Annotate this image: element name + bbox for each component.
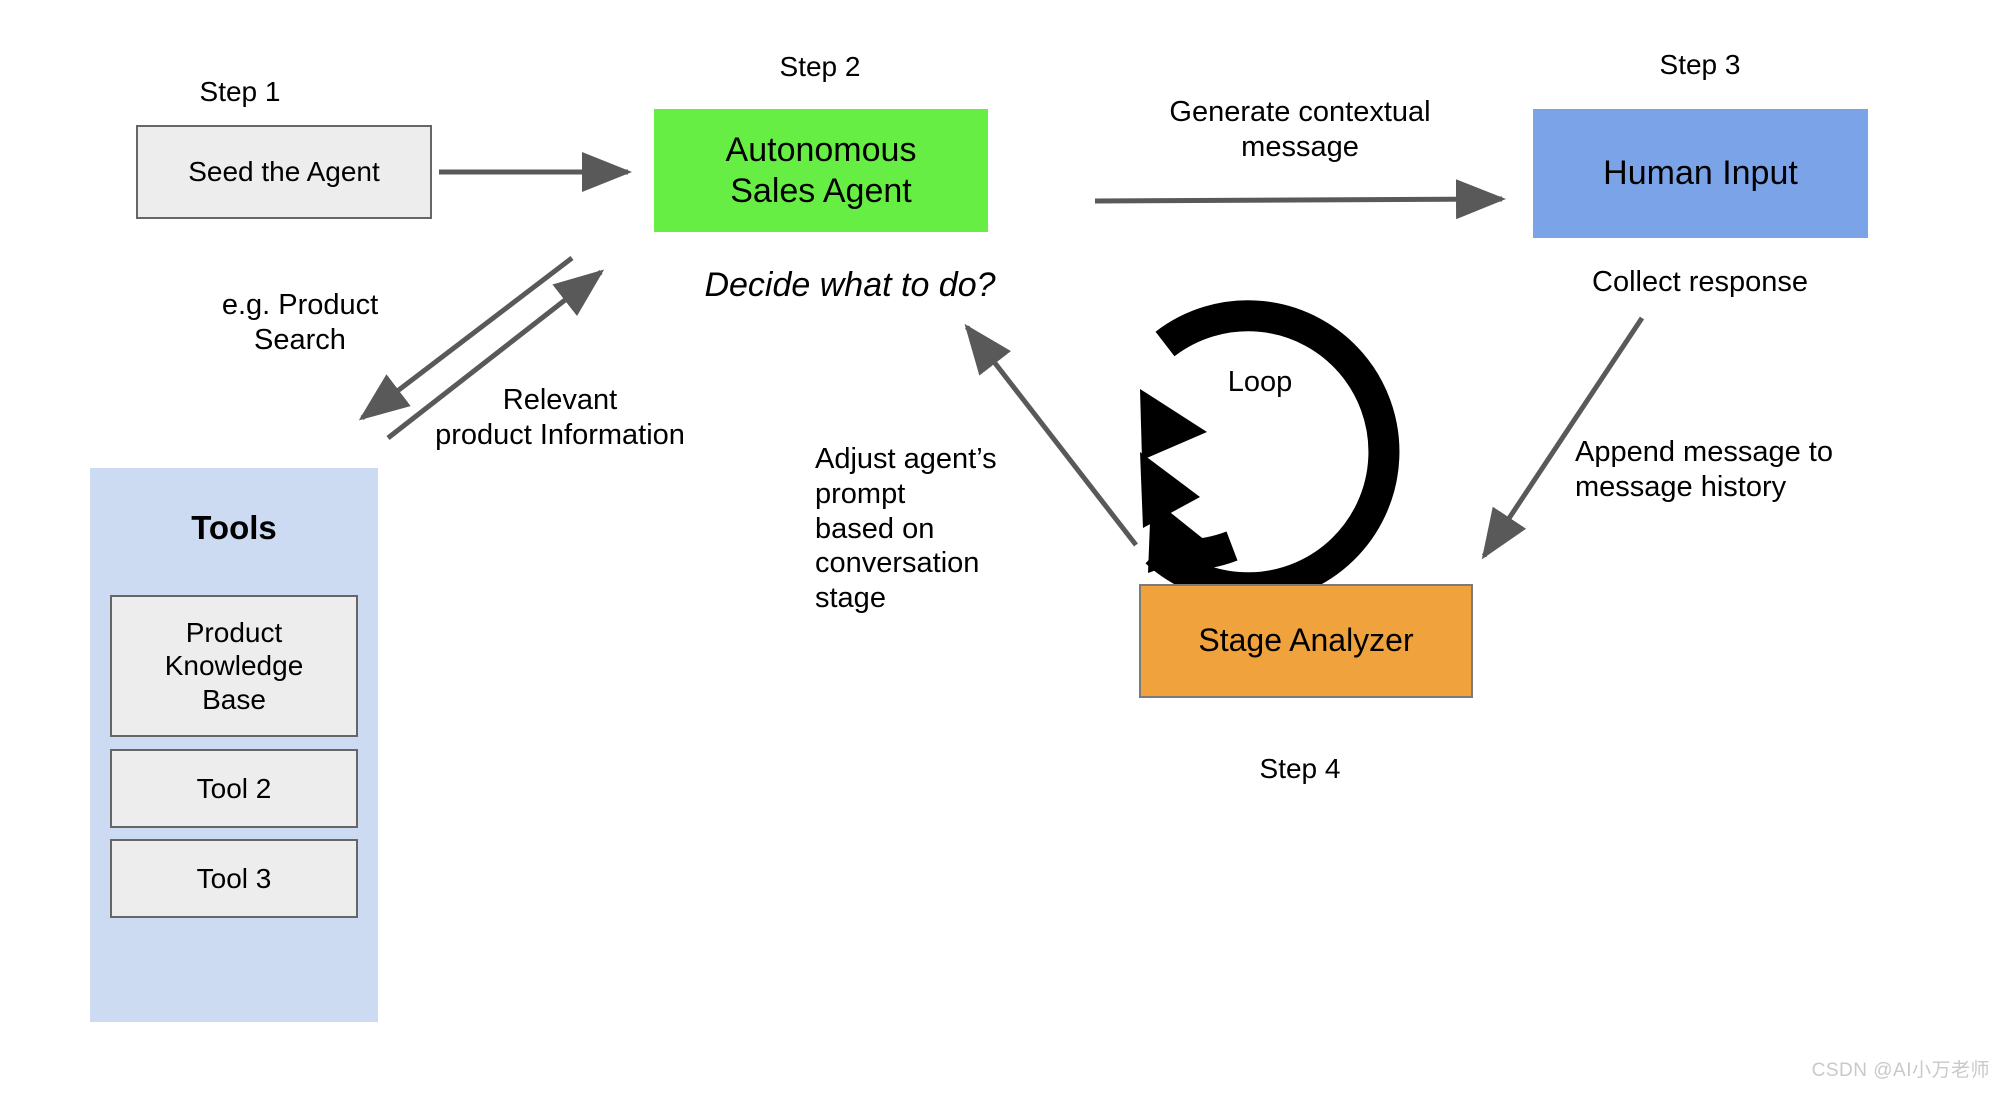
annotation-decide-what-to-do: Decide what to do? [704,266,996,304]
diagram-canvas: Step 1 Step 2 Step 3 Step 4 Seed the Age… [0,0,2010,1100]
tool-item-tool-2[interactable]: Tool 2 [110,749,358,828]
node-human-input-label: Human Input [1603,154,1798,193]
node-seed-the-agent[interactable]: Seed the Agent [136,125,432,219]
node-stage-analyzer-label: Stage Analyzer [1198,622,1414,659]
annotation-append-message-history: Append message to message history [1575,436,1833,503]
loop-label: Loop [1227,366,1293,398]
step-4-caption: Step 4 [1259,753,1341,784]
tool-item-label: Tool 2 [196,772,272,804]
node-autonomous-sales-agent-label: Autonomous Sales Agent [725,131,917,210]
tools-panel: Tools Product Knowledge Base Tool 2 Tool… [90,468,378,1022]
step-2-caption: Step 2 [779,51,861,82]
annotation-adjust-agent-prompt: Adjust agent’s prompt based on conversat… [815,443,997,615]
loop-arrow-icon [1140,300,1400,604]
annotation-relevant-product-information: Relevant product Information [435,384,685,451]
tool-item-label: Tool 3 [196,862,272,894]
watermark: CSDN @AI小万老师 [1811,1060,1990,1081]
arrow-agent-to-human [1094,179,1506,220]
annotation-generate-contextual-message: Generate contextual message [1169,96,1431,163]
node-human-input[interactable]: Human Input [1533,109,1868,238]
annotation-collect-response: Collect response [1592,266,1808,298]
tools-panel-heading: Tools [191,509,277,546]
annotation-product-search: e.g. Product Search [221,289,379,356]
node-seed-the-agent-label: Seed the Agent [188,156,380,188]
tool-item-label: Product Knowledge Base [164,617,304,715]
tool-item-product-knowledge-base[interactable]: Product Knowledge Base [110,595,358,737]
step-3-caption: Step 3 [1659,49,1741,80]
step-1-caption: Step 1 [199,76,281,107]
node-autonomous-sales-agent[interactable]: Autonomous Sales Agent [654,109,988,232]
node-stage-analyzer[interactable]: Stage Analyzer [1139,584,1473,698]
tool-item-tool-3[interactable]: Tool 3 [110,839,358,918]
